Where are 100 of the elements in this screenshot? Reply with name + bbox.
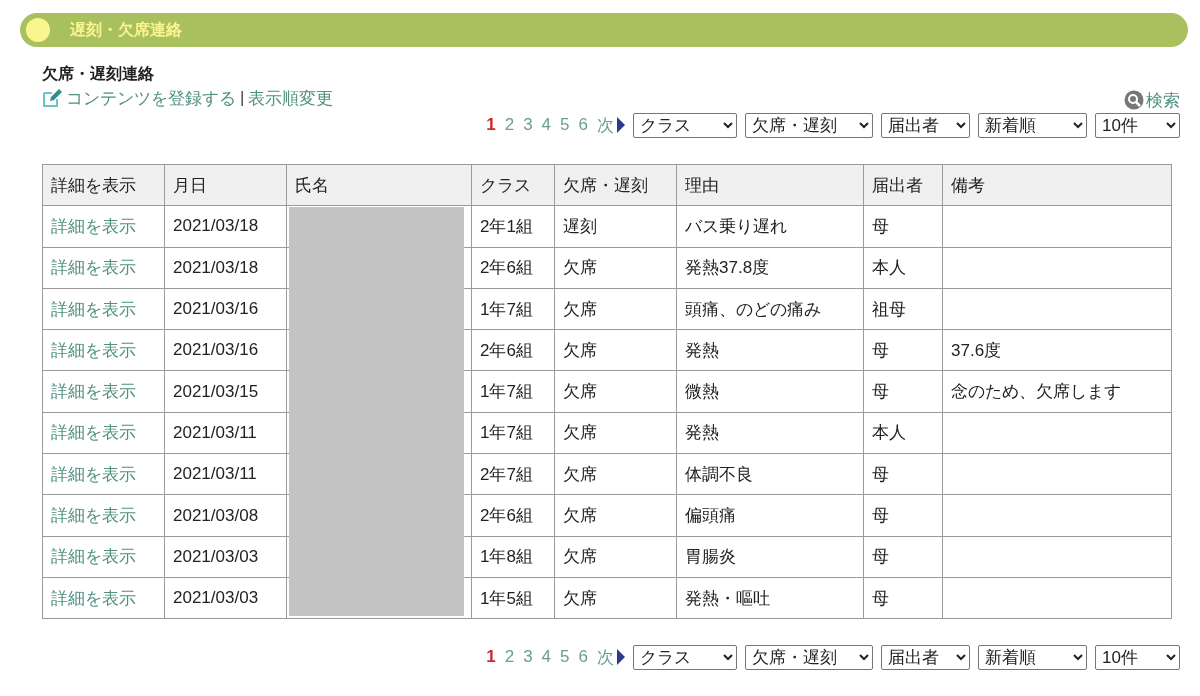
detail-link[interactable]: 詳細を表示: [51, 297, 136, 321]
detail-link[interactable]: 詳細を表示: [51, 214, 136, 238]
detail-link[interactable]: 詳細を表示: [51, 504, 136, 527]
table-cell: 2021/03/11: [165, 412, 286, 454]
detail-link[interactable]: 詳細を表示: [51, 256, 136, 280]
register-link[interactable]: コンテンツを登録する: [66, 86, 236, 110]
page-link[interactable]: 1: [486, 115, 496, 135]
table-cell: バス乗り遅れ: [677, 206, 863, 247]
table-cell: 2021/03/16: [165, 330, 286, 371]
detail-link[interactable]: 詳細を表示: [51, 545, 136, 569]
table-cell: 胃腸炎: [677, 536, 863, 577]
table-cell: 母: [864, 206, 942, 247]
table-cell: 母: [864, 371, 942, 412]
page-link[interactable]: 3: [523, 115, 533, 135]
table-cell: 発熱: [677, 330, 863, 371]
table-cell: 欠席: [555, 577, 676, 619]
table-cell: 頭痛、のどの痛み: [677, 288, 863, 330]
filter-dropdown[interactable]: 新着順: [978, 112, 1087, 138]
page-link[interactable]: 4: [541, 647, 552, 668]
page-link[interactable]: 1: [486, 647, 496, 668]
separator-text: |: [240, 88, 245, 108]
column-header: 欠席・遅刻: [555, 165, 676, 206]
table-cell: 1年7組: [472, 371, 554, 412]
table-cell: 母: [864, 495, 942, 536]
table-cell: 2021/03/03: [165, 536, 286, 577]
filter-dropdown[interactable]: 届出者: [881, 644, 970, 670]
column-header: 備考: [943, 165, 1171, 206]
table-cell: 2021/03/18: [165, 247, 286, 288]
section-title: 欠席・遅刻連絡: [42, 64, 155, 84]
table-cell: 欠席: [555, 371, 676, 412]
page-link[interactable]: 2: [504, 647, 515, 668]
page-link[interactable]: 5: [560, 115, 570, 135]
table-cell: 母: [864, 330, 942, 371]
table-cell: 本人: [864, 247, 942, 288]
table-cell: 本人: [864, 412, 942, 454]
table-cell: 2021/03/11: [165, 454, 286, 495]
table-cell: 2021/03/16: [165, 288, 286, 330]
edit-icon: [42, 88, 62, 108]
circle-icon: [26, 18, 50, 42]
table-cell: 2年1組: [472, 206, 554, 247]
table-cell: 欠席: [555, 495, 676, 536]
search-icon: [1124, 90, 1144, 110]
table-cell: 発熱: [677, 412, 863, 454]
column-header: 理由: [677, 165, 863, 206]
column-header: クラス: [472, 165, 554, 206]
filter-dropdown[interactable]: 新着順: [978, 644, 1087, 670]
page-link[interactable]: 6: [578, 647, 588, 668]
table-cell: 2021/03/15: [165, 371, 286, 412]
table-cell: 母: [864, 536, 942, 577]
table-cell: 欠席: [555, 536, 676, 577]
column-header: 氏名: [287, 165, 471, 206]
table-cell: 1年8組: [472, 536, 554, 577]
page-link[interactable]: 5: [560, 647, 570, 668]
page-link[interactable]: 6: [578, 115, 588, 135]
table-cell: 体調不良: [677, 454, 863, 495]
table-cell: 母: [864, 454, 942, 495]
reorder-link[interactable]: 表示順変更: [248, 86, 334, 110]
table-cell: 2年6組: [472, 330, 554, 371]
table-cell: 2021/03/08: [165, 495, 286, 536]
detail-link[interactable]: 詳細を表示: [51, 586, 136, 610]
column-header: 月日: [165, 165, 286, 206]
detail-link[interactable]: 詳細を表示: [51, 338, 136, 362]
table-cell: 2年7組: [472, 454, 554, 495]
table-cell: 発熱37.8度: [677, 247, 863, 288]
next-link[interactable]: 次: [597, 113, 625, 137]
next-link[interactable]: 次: [597, 645, 625, 669]
detail-link[interactable]: 詳細を表示: [51, 380, 136, 404]
table-cell: 欠席: [555, 330, 676, 371]
filter-dropdown[interactable]: クラス: [633, 644, 737, 670]
filter-dropdown[interactable]: 欠席・遅刻: [745, 644, 873, 670]
header-title: 遅刻・欠席連絡: [70, 19, 182, 40]
table-cell: 祖母: [864, 288, 942, 330]
table-cell: 1年7組: [472, 412, 554, 454]
page-link[interactable]: 3: [523, 647, 533, 668]
table-cell: 2021/03/03: [165, 577, 286, 619]
filter-dropdown[interactable]: 欠席・遅刻: [745, 112, 873, 138]
column-header: 詳細を表示: [43, 165, 164, 206]
table-cell: 偏頭痛: [677, 495, 863, 536]
filter-dropdown[interactable]: 10件: [1095, 644, 1180, 670]
page-link[interactable]: 2: [504, 115, 515, 135]
detail-link[interactable]: 詳細を表示: [51, 462, 136, 486]
table-cell: 2年6組: [472, 247, 554, 288]
table-cell: 2年6組: [472, 495, 554, 536]
table-cell: 1年7組: [472, 288, 554, 330]
table-cell: 発熱・嘔吐: [677, 577, 863, 619]
table-cell: 欠席: [555, 412, 676, 454]
filter-dropdown[interactable]: クラス: [633, 112, 737, 138]
table-cell: 母: [864, 577, 942, 619]
filter-dropdown[interactable]: 10件: [1095, 112, 1180, 138]
table-cell: 遅刻: [555, 206, 676, 247]
search-link[interactable]: 検索: [1124, 88, 1180, 112]
filter-dropdown[interactable]: 届出者: [881, 112, 970, 138]
detail-link[interactable]: 詳細を表示: [51, 421, 136, 445]
table-cell: 微熱: [677, 371, 863, 412]
column-header: 届出者: [864, 165, 942, 206]
table-cell: 欠席: [555, 247, 676, 288]
page-link[interactable]: 4: [541, 115, 552, 135]
table-cell: 念のため、欠席します: [943, 371, 1171, 412]
table-cell: 欠席: [555, 454, 676, 495]
table-cell: 1年5組: [472, 577, 554, 619]
